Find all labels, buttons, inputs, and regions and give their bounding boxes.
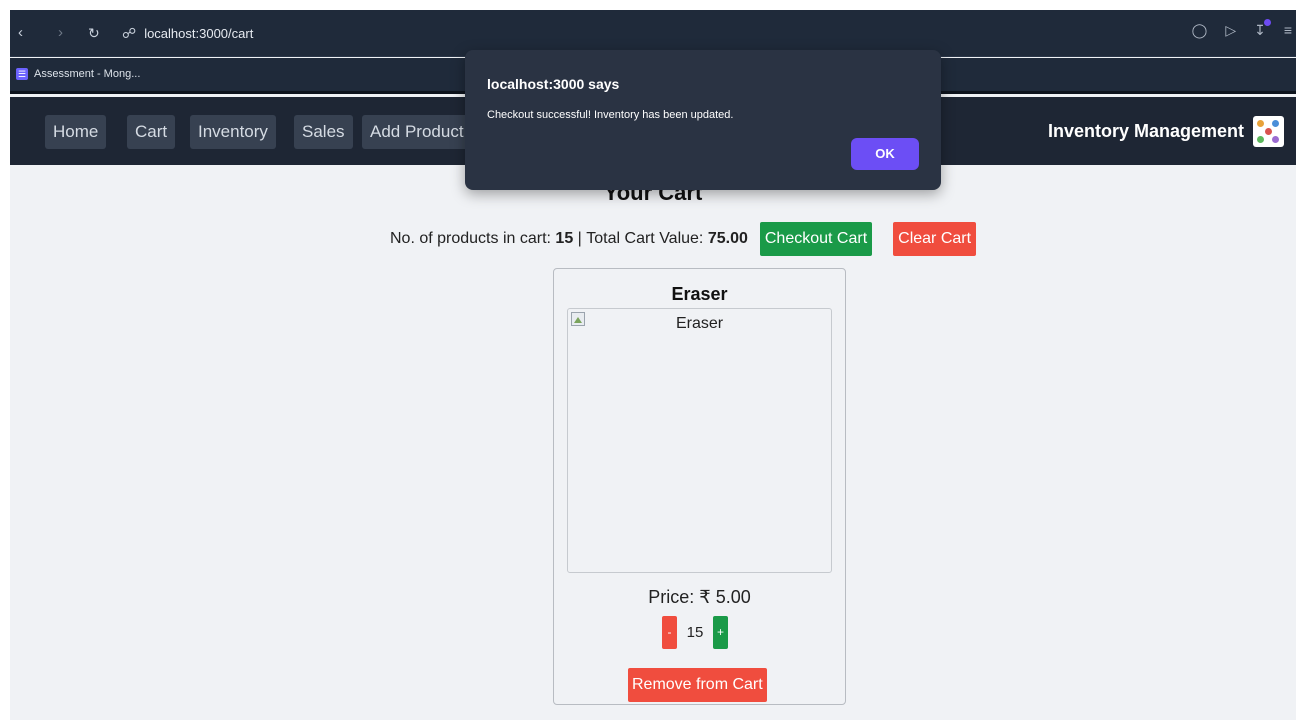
forward-icon[interactable]: › bbox=[58, 24, 63, 42]
menu-icon[interactable]: ≡ bbox=[1284, 22, 1292, 39]
remove-from-cart-button[interactable]: Remove from Cart bbox=[628, 668, 767, 702]
play-icon[interactable]: ▷ bbox=[1225, 22, 1236, 39]
product-image: Eraser bbox=[567, 308, 832, 573]
reload-icon[interactable]: ↻ bbox=[88, 24, 100, 42]
bookmark-label: Assessment - Mong... bbox=[34, 68, 141, 80]
decrement-button[interactable]: - bbox=[662, 616, 677, 649]
ok-button[interactable]: OK bbox=[851, 138, 919, 170]
dialog-title: localhost:3000 says bbox=[487, 76, 620, 92]
alert-dialog: localhost:3000 says Checkout successful!… bbox=[465, 50, 941, 190]
product-card: Eraser Eraser Price: ₹ 5.00 - 15 + Remov… bbox=[553, 268, 846, 705]
clear-cart-button[interactable]: Clear Cart bbox=[893, 222, 977, 256]
product-price: Price: ₹ 5.00 bbox=[648, 587, 751, 607]
bookmark-assessment[interactable]: ☰ Assessment - Mong... bbox=[16, 68, 140, 80]
brand-logo-icon bbox=[1253, 116, 1284, 147]
checkout-cart-button[interactable]: Checkout Cart bbox=[759, 222, 873, 256]
globe-icon: ☍ bbox=[122, 24, 137, 41]
nav-add-product[interactable]: Add Product bbox=[362, 115, 472, 149]
product-name: Eraser bbox=[671, 284, 728, 304]
cart-summary: No. of products in cart: 15 | Total Cart… bbox=[390, 222, 977, 256]
total-label: Total Cart Value: bbox=[586, 230, 704, 247]
quantity-value: 15 bbox=[686, 624, 704, 641]
increment-button[interactable]: + bbox=[713, 616, 728, 649]
nav-cart[interactable]: Cart bbox=[127, 115, 176, 149]
nav-inventory[interactable]: Inventory bbox=[190, 115, 276, 149]
browser-window: ‹ › ↻ ☍ localhost:3000/cart ◯ ▷ ↧ ≡ ☰ As… bbox=[10, 10, 1296, 720]
brand-title: Inventory Management bbox=[1047, 121, 1244, 141]
cart-count: 15 bbox=[555, 230, 574, 247]
download-badge bbox=[1263, 19, 1271, 26]
shield-icon[interactable]: ◯ bbox=[1192, 22, 1208, 39]
cart-total: 75.00 bbox=[707, 230, 748, 247]
summary-separator: | bbox=[577, 230, 582, 247]
image-alt-text: Eraser bbox=[675, 315, 724, 332]
nav-home[interactable]: Home bbox=[45, 115, 107, 149]
download-icon[interactable]: ↧ bbox=[1254, 19, 1271, 39]
toolbar-actions: ◯ ▷ ↧ ≡ bbox=[1192, 19, 1292, 39]
back-icon[interactable]: ‹ bbox=[18, 24, 23, 42]
quantity-stepper: - 15 + bbox=[662, 616, 728, 649]
address-bar[interactable]: ☍ localhost:3000/cart bbox=[122, 22, 253, 44]
bookmark-list-icon: ☰ bbox=[16, 68, 28, 80]
url-text: localhost:3000/cart bbox=[144, 25, 254, 41]
nav-sales[interactable]: Sales bbox=[294, 115, 353, 149]
dialog-message: Checkout successful! Inventory has been … bbox=[487, 109, 734, 121]
count-label: No. of products in cart: bbox=[390, 230, 551, 247]
